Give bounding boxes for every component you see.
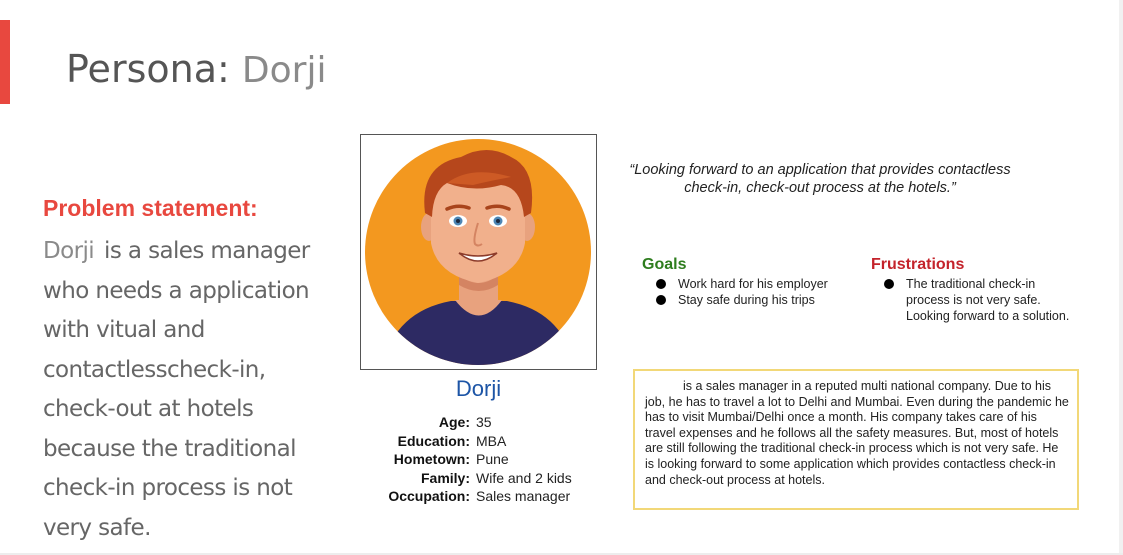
detail-label: Family: <box>420 469 470 486</box>
goal-item: Stay safe during his trips <box>652 292 828 308</box>
problem-statement-heading: Problem statement: <box>43 195 258 221</box>
goal-item: Work hard for his employer <box>652 276 828 292</box>
detail-value: 35 <box>476 414 492 430</box>
frustrations-heading: Frustrations <box>871 256 965 273</box>
detail-education: Education: MBA <box>370 432 572 451</box>
persona-avatar-illustration <box>365 139 591 365</box>
avatar <box>360 134 597 370</box>
detail-hometown: Hometown: Pune <box>370 450 572 469</box>
story-text: is a sales manager in a reputed multi na… <box>645 379 1069 487</box>
detail-value: Wife and 2 kids <box>476 469 572 486</box>
problem-statement-body: is a sales manager who needs a applicati… <box>43 238 310 541</box>
problem-statement-name: Dorji <box>43 238 95 264</box>
detail-value: Pune <box>476 451 509 467</box>
persona-quote: “Looking forward to an application that … <box>600 161 1040 197</box>
accent-bar <box>0 20 10 104</box>
detail-value: MBA <box>476 432 507 449</box>
goals-list: Work hard for his employer Stay safe dur… <box>652 276 828 308</box>
quote-line-1: “Looking forward to an application that … <box>629 162 1011 178</box>
frustration-item: The traditional check-in process is not … <box>880 276 1070 324</box>
detail-label: Occupation: <box>388 488 470 504</box>
persona-story: is a sales manager in a reputed multi na… <box>633 369 1079 510</box>
quote-line-2: check-in, check-out process at the hotel… <box>684 180 956 196</box>
detail-label: Age: <box>438 414 470 430</box>
detail-age: Age: 35 <box>370 413 572 432</box>
problem-statement-text: Dorji is a sales manager who needs a appl… <box>43 232 343 548</box>
detail-family: Family: Wife and 2 kids <box>370 469 572 488</box>
detail-value: Sales manager <box>476 488 571 504</box>
title-prefix: Persona: <box>66 47 230 91</box>
frustrations-list: The traditional check-in process is not … <box>880 276 1070 324</box>
detail-label: Education: <box>397 432 470 449</box>
detail-label: Hometown: <box>393 451 470 467</box>
goals-heading: Goals <box>642 256 687 273</box>
page-title: Persona: Dorji <box>66 47 326 91</box>
title-persona-name: Dorji <box>241 50 327 91</box>
profile-name: Dorji <box>455 376 502 401</box>
profile-details: Age: 35 Education: MBA Hometown: Pune Famil… <box>370 413 572 506</box>
detail-occupation: Occupation: Sales manager <box>370 487 572 506</box>
slide-edge <box>1119 0 1123 555</box>
